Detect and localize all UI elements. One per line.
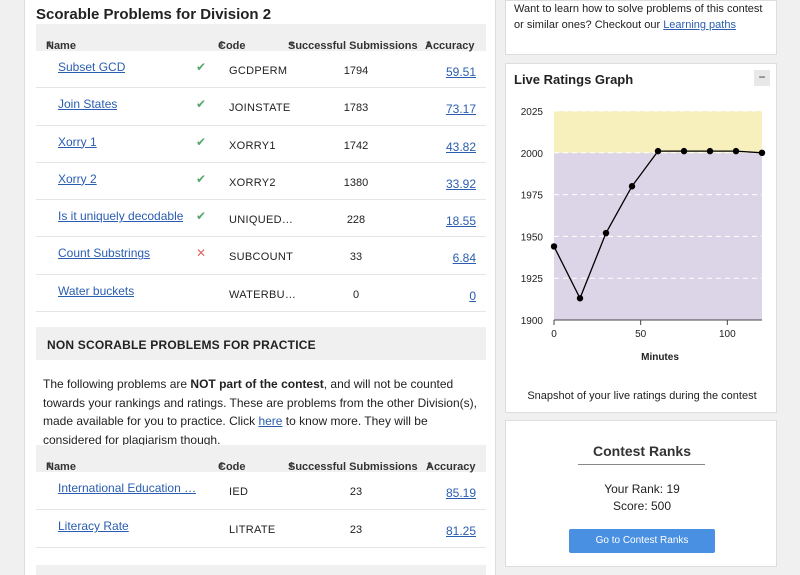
table-row: Xorry 2 ✔ XORRY2 1380 33.92 (36, 163, 486, 201)
data-point (602, 229, 610, 237)
table-row: Literacy Rate LITRATE 23 81.25 (36, 510, 486, 548)
graph-title: Live Ratings Graph (514, 72, 634, 87)
check-icon: ✔ (196, 134, 207, 149)
accuracy-link[interactable]: 33.92 (416, 177, 476, 191)
x-tick-label: 0 (551, 329, 557, 340)
successful-submissions: 1794 (343, 65, 369, 77)
rating-band (554, 111, 762, 153)
problem-code: JOINSTATE (229, 102, 291, 115)
y-tick-label: 2000 (521, 149, 544, 160)
successful-submissions: 1380 (343, 176, 369, 189)
problem-code: XORRY1 (229, 139, 276, 152)
table-row: Subset GCD ✔ GCDPERM 1794 59.51 (36, 51, 486, 89)
nonscorable-description: The following problems are NOT part of t… (43, 377, 477, 447)
nonscorable-title: NON SCORABLE PROBLEMS FOR PRACTICE (36, 327, 486, 360)
scorable-title: Scorable Problems for Division 2 (36, 6, 272, 23)
your-score: Score: 500 (612, 499, 672, 513)
problem-name-link[interactable]: Is it uniquely decodable (58, 209, 183, 223)
table-row: Join States ✔ JOINSTATE 1783 73.17 (36, 88, 486, 126)
data-point (732, 147, 740, 155)
data-point (706, 147, 714, 155)
table-row: Water buckets WATERBU… 0 0 (36, 275, 486, 313)
problem-name-link[interactable]: Literacy Rate (58, 519, 129, 533)
problems-panel: Scorable Problems for Division 2 ⬍ Name ⬍… (24, 0, 496, 575)
next-section-bar (36, 565, 486, 575)
successful-submissions: 1742 (343, 139, 369, 152)
scorable-table-header: ⬍ Name ⬍ Code ▼ Successful Submissions ⬍ Acc… (36, 24, 486, 52)
accuracy-link[interactable]: 43.82 (416, 140, 476, 154)
accuracy-link[interactable]: 0 (416, 289, 476, 303)
divider (578, 464, 705, 465)
successful-submissions: 33 (349, 251, 363, 264)
problem-name-link[interactable]: Xorry 2 (58, 172, 97, 186)
y-tick-label: 2025 (521, 107, 544, 118)
collapse-button[interactable]: − (754, 70, 770, 86)
successful-submissions: 23 (349, 486, 363, 498)
check-icon: ✔ (196, 171, 207, 186)
successful-submissions: 228 (346, 214, 366, 227)
x-axis-label: Minutes (641, 352, 679, 363)
data-point (628, 183, 636, 190)
check-icon: ✔ (196, 97, 207, 112)
accuracy-link[interactable]: 73.17 (416, 102, 476, 116)
problem-name-link[interactable]: International Education … (58, 481, 196, 495)
data-point (576, 295, 584, 302)
y-tick-label: 1900 (521, 316, 544, 327)
successful-submissions: 0 (352, 288, 360, 301)
table-row: Count Substrings ✕ SUBCOUNT 33 6.84 (36, 237, 486, 275)
contest-ranks-card: Contest Ranks Your Rank: 19 Score: 500 G… (505, 420, 777, 567)
y-tick-label: 1950 (521, 232, 544, 243)
successful-submissions: 1783 (343, 102, 369, 115)
x-tick-label: 100 (719, 329, 736, 340)
problem-name-link[interactable]: Xorry 1 (58, 135, 97, 149)
nonscorable-table-header: ⬍ Name ⬍ Code ⬍ Successful Submissions ⬍ Acc… (36, 445, 486, 473)
live-ratings-card: Live Ratings Graph − 1900 1925 1950 1975 200… (505, 63, 777, 413)
table-row: International Education … IED 23 85.19 (36, 472, 486, 510)
x-tick-label: 50 (635, 329, 647, 340)
your-rank: Your Rank: 19 (604, 482, 680, 496)
y-tick-label: 1975 (521, 191, 544, 202)
ranks-title: Contest Ranks (592, 443, 692, 459)
accuracy-link[interactable]: 59.51 (416, 65, 476, 79)
problem-name-link[interactable]: Water buckets (58, 284, 134, 298)
scorable-table: ⬍ Name ⬍ Code ▼ Successful Submissions ⬍ Acc… (36, 24, 486, 313)
problem-code: GCDPERM (229, 65, 288, 77)
y-tick-label: 1925 (521, 274, 544, 285)
problem-code: SUBCOUNT (229, 251, 294, 264)
data-point (550, 243, 558, 250)
graph-caption: Snapshot of your live ratings during the… (527, 390, 757, 402)
table-row: Is it uniquely decodable ✔ UNIQUED… 228 18.5… (36, 200, 486, 238)
table-row: Xorry 1 ✔ XORRY1 1742 43.82 (36, 126, 486, 163)
accuracy-link[interactable]: 81.25 (416, 524, 476, 538)
problem-code: WATERBU… (229, 288, 297, 301)
here-link[interactable]: here (258, 414, 282, 428)
data-point (654, 147, 662, 155)
problem-name-link[interactable]: Count Substrings (58, 246, 150, 260)
learning-paths-link[interactable]: Learning paths (663, 19, 736, 31)
check-icon: ✔ (196, 60, 207, 74)
problem-name-link[interactable]: Subset GCD (58, 60, 125, 74)
successful-submissions: 23 (349, 524, 363, 536)
problem-code: XORRY2 (229, 176, 276, 189)
accuracy-link[interactable]: 85.19 (416, 486, 476, 500)
learning-paths-card: Want to learn how to solve problems of t… (505, 0, 777, 55)
accuracy-link[interactable]: 18.55 (416, 214, 476, 228)
data-point (758, 149, 766, 156)
nonscorable-table: ⬍ Name ⬍ Code ⬍ Successful Submissions ⬍ Acc… (36, 445, 486, 548)
ratings-chart: 1900 1925 1950 1975 2000 2025 0 50 100 Minutes (521, 107, 766, 363)
accuracy-link[interactable]: 6.84 (416, 251, 476, 265)
problem-code: IED (229, 486, 249, 498)
problem-code: LITRATE (229, 524, 276, 536)
check-icon: ✔ (196, 209, 207, 224)
problem-code: UNIQUED… (229, 214, 294, 227)
data-point (680, 147, 688, 155)
problem-name-link[interactable]: Join States (58, 97, 117, 111)
wrong-icon: ✕ (196, 246, 207, 261)
contest-ranks-button[interactable]: Go to Contest Ranks (569, 529, 715, 553)
